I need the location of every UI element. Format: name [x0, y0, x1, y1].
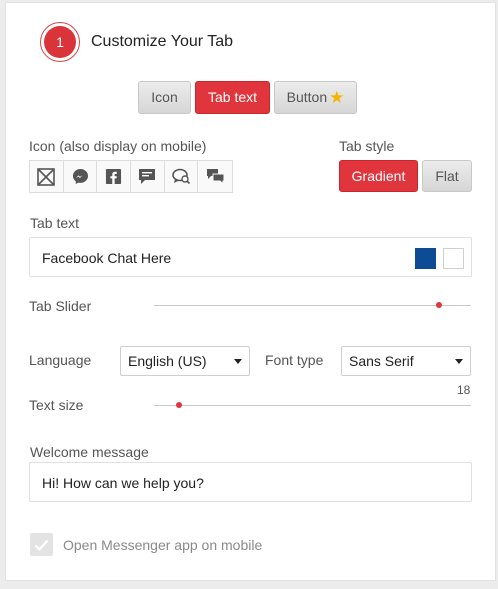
text-size-label: Text size: [29, 397, 84, 413]
font-type-select[interactable]: Sans Serif: [341, 346, 471, 376]
tab-slider-label: Tab Slider: [29, 298, 92, 314]
gradient-style-button[interactable]: Gradient: [339, 160, 418, 192]
icon-mode-button[interactable]: Icon: [138, 81, 191, 114]
chat-search-icon[interactable]: [165, 161, 199, 192]
text-size-value: 18: [457, 383, 471, 397]
tab-text-mode-label: Tab text: [207, 89, 258, 105]
tab-text-value: Facebook Chat Here: [42, 250, 172, 266]
welcome-message-value: Hi! How can we help you?: [42, 475, 204, 491]
chat-bubble-icon[interactable]: [131, 161, 165, 192]
messenger-option-label: Open Messenger app on mobile: [63, 537, 263, 553]
tab-text-input[interactable]: Facebook Chat Here: [29, 237, 472, 277]
gradient-style-label: Gradient: [351, 168, 406, 184]
flat-style-button[interactable]: Flat: [422, 160, 472, 192]
facebook-icon[interactable]: [97, 161, 132, 192]
icon-picker: [29, 160, 233, 193]
messenger-checkbox[interactable]: [30, 533, 53, 556]
font-type-selected: Sans Serif: [349, 353, 414, 369]
background-color-swatch[interactable]: [415, 248, 436, 269]
tab-text-mode-button[interactable]: Tab text: [195, 81, 270, 114]
font-type-label: Font type: [265, 352, 324, 368]
star-icon: ★: [329, 88, 345, 107]
text-color-swatch[interactable]: [443, 248, 464, 269]
messenger-icon[interactable]: [64, 161, 98, 192]
section-title: Customize Your Tab: [91, 33, 234, 50]
welcome-message-input[interactable]: Hi! How can we help you?: [29, 462, 472, 502]
language-select[interactable]: English (US): [120, 346, 250, 376]
button-mode-button[interactable]: Button ★: [274, 81, 357, 114]
icon-mode-label: Icon: [151, 89, 178, 105]
language-selected: English (US): [128, 353, 207, 369]
flat-style-label: Flat: [435, 168, 459, 184]
language-label: Language: [29, 352, 92, 368]
tab-style-label: Tab style: [339, 138, 395, 154]
chat-bubbles-icon[interactable]: [198, 161, 232, 192]
icon-section-label: Icon (also display on mobile): [29, 138, 207, 154]
button-mode-label: Button: [286, 89, 328, 105]
no-icon[interactable]: [30, 161, 64, 192]
tab-text-label: Tab text: [30, 215, 80, 231]
checkmark-icon: [34, 539, 49, 551]
step-badge: 1: [40, 22, 80, 62]
step-number: 1: [44, 26, 76, 58]
language-caret-icon: [234, 359, 242, 364]
tab-slider-track[interactable]: [154, 305, 471, 306]
font-type-caret-icon: [455, 359, 463, 364]
text-size-track[interactable]: [154, 405, 471, 406]
welcome-message-label: Welcome message: [30, 444, 149, 460]
